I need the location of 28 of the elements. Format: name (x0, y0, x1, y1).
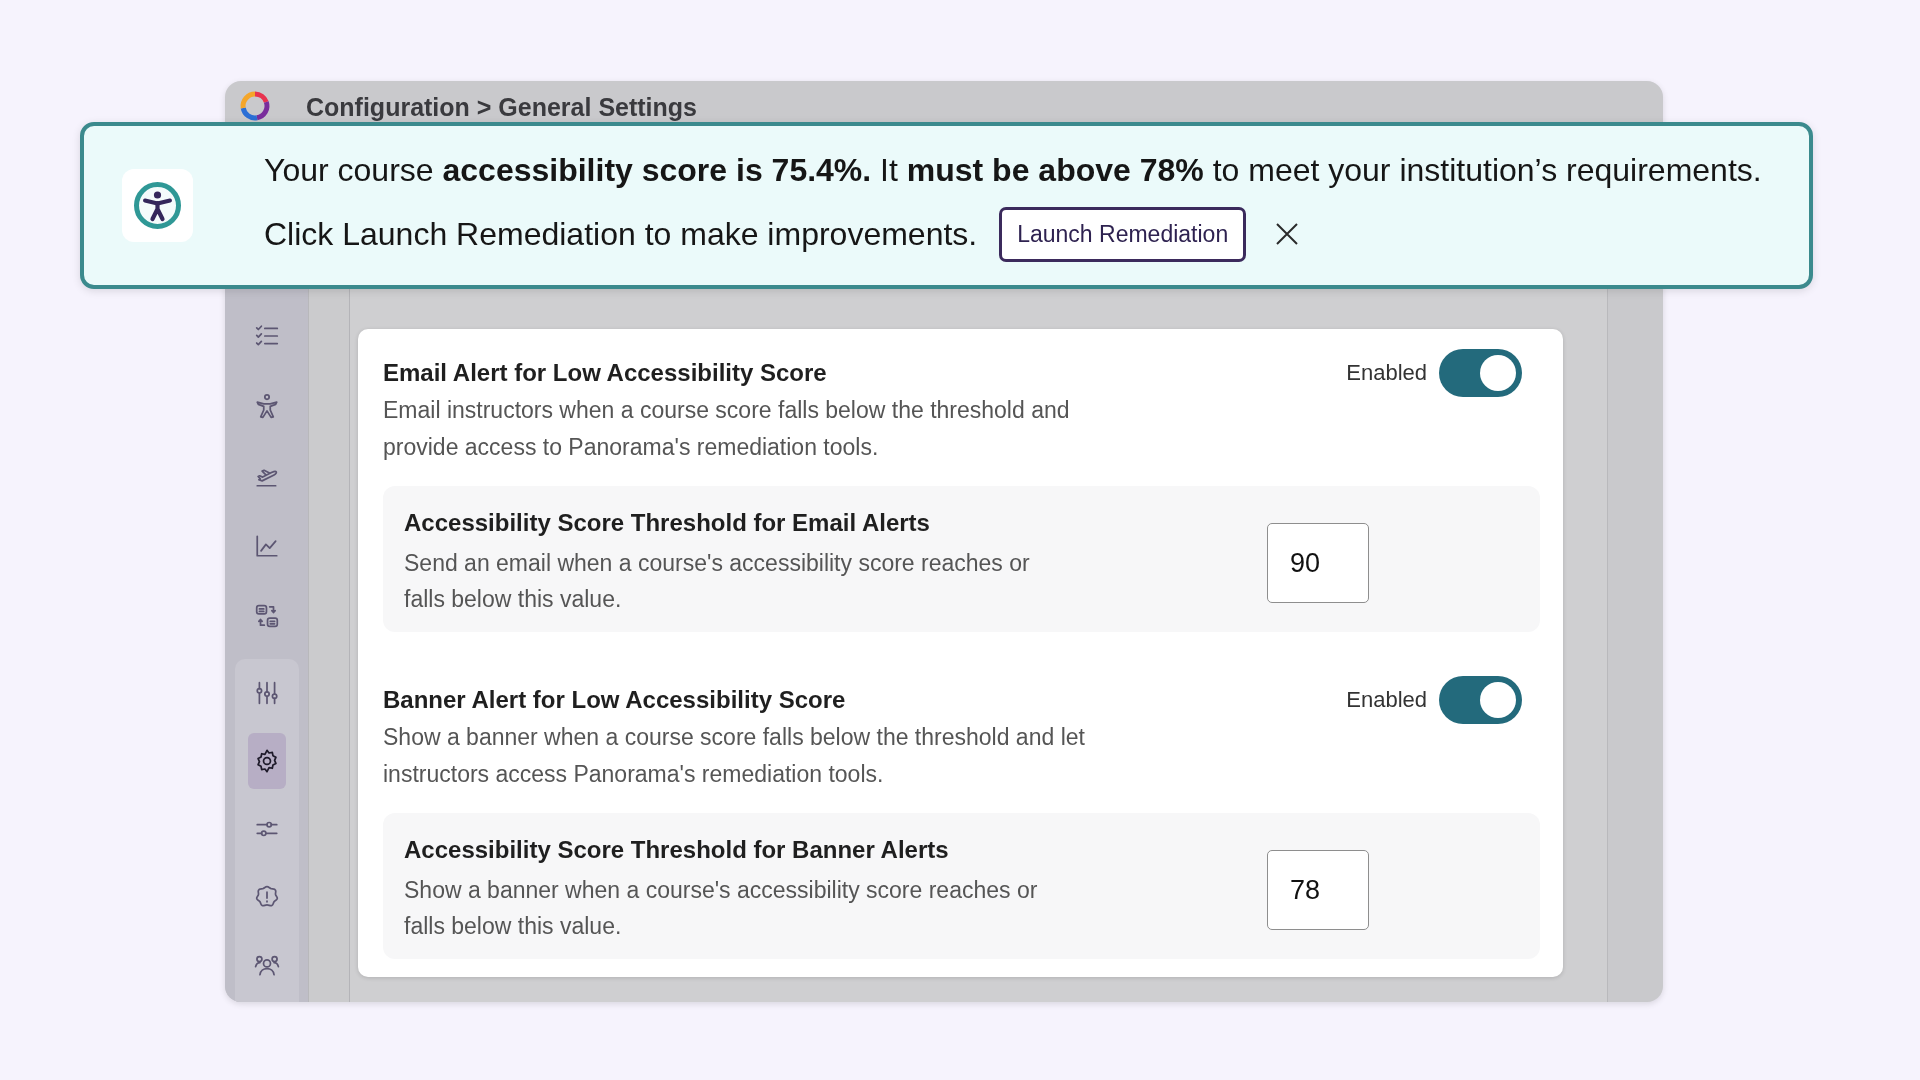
launch-remediation-button[interactable]: Launch Remediation (999, 206, 1247, 262)
setting-title: Email Alert for Low Accessibility Score (383, 359, 828, 387)
setting-description: Show a banner when a course score falls below the threshold and let instructors access Panorama's remediation tools. (383, 723, 1086, 789)
vertical-sliders-icon[interactable] (253, 680, 280, 706)
toggle-switch[interactable] (1439, 349, 1522, 397)
threshold-description: Send an email when a course's accessibility score reaches or falls below this value. (404, 549, 1031, 614)
person-icon[interactable] (253, 393, 280, 419)
banner-prompt: Click Launch Remediation to make improvements. (264, 215, 978, 254)
threshold-input[interactable]: 90 (1267, 523, 1369, 603)
toggle-label: Enabled (1346, 360, 1427, 386)
swap-documents-icon[interactable] (253, 603, 280, 629)
breadcrumb: Configuration > General Settings (306, 93, 697, 121)
threshold-input[interactable]: 78 (1267, 850, 1369, 930)
threshold-description: Show a banner when a course's accessibility score reaches or falls below this value. (404, 876, 1039, 941)
line-chart-icon[interactable] (253, 533, 280, 559)
banner-message: Your course accessibility score is 75.4%. It must be above 78% to meet your institution’s requirements. (264, 150, 1762, 190)
checklist-icon[interactable] (253, 323, 280, 349)
app-logo (239, 90, 271, 122)
toggle-switch[interactable] (1439, 676, 1522, 724)
threshold-title: Accessibility Score Threshold for Banner Alerts (404, 836, 950, 864)
settings-icon[interactable] (247, 733, 286, 789)
alert-badge-icon[interactable] (253, 884, 280, 910)
setting-description: Email instructors when a course score falls below the threshold and provide access to Panorama's remediation tools. (383, 396, 1071, 462)
threshold-title: Accessibility Score Threshold for Email Alerts (404, 509, 931, 537)
accessibility-icon (122, 169, 193, 242)
close-icon[interactable] (1276, 223, 1299, 245)
toggle-label: Enabled (1346, 687, 1427, 713)
setting-title: Banner Alert for Low Accessibility Score (383, 686, 847, 714)
